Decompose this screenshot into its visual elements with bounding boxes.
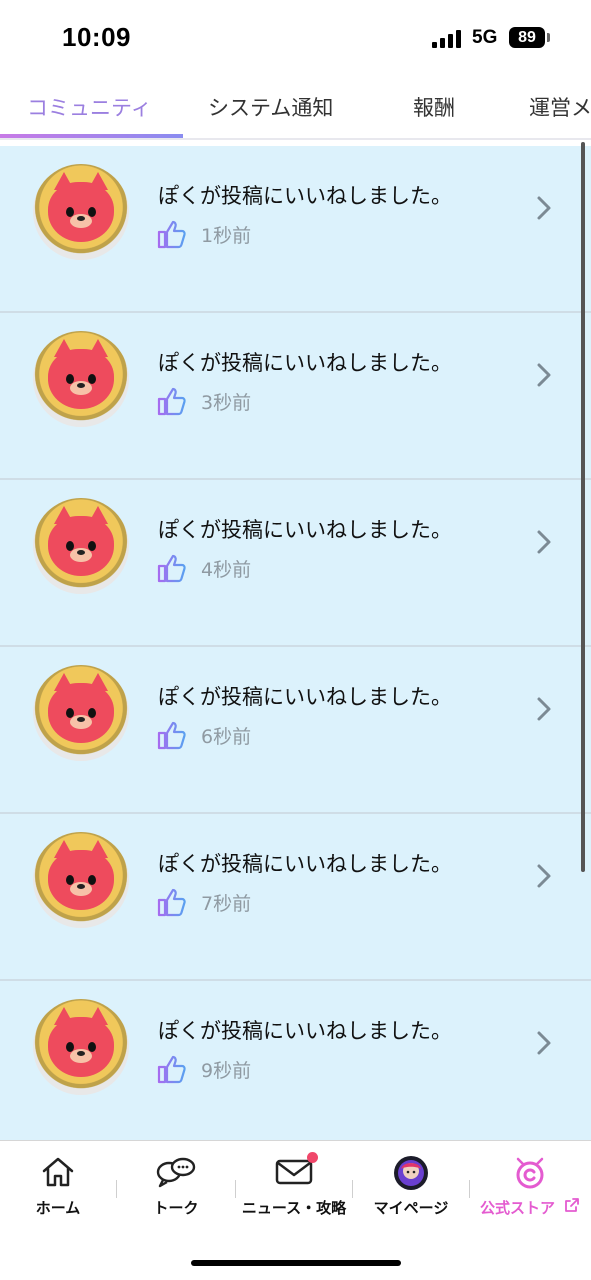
- notification-time: 1秒前: [201, 225, 252, 247]
- avatar[interactable]: [33, 498, 129, 594]
- notification-row[interactable]: ぽくが投稿にいいねしました。 4秒前: [0, 480, 591, 647]
- notification-row[interactable]: ぽくが投稿にいいねしました。 3秒前: [0, 313, 591, 480]
- nav-store-label: 公式ストア: [480, 1199, 556, 1217]
- tab-bar: コミュニティ システム通知 報酬 運営メ: [0, 78, 591, 140]
- notification-row[interactable]: ぽくが投稿にいいねしました。 1秒前: [0, 146, 591, 313]
- signal-icon: [432, 30, 464, 48]
- nav-home[interactable]: ホーム: [0, 1141, 116, 1235]
- chevron-right-icon: [537, 864, 551, 888]
- external-link-icon: [565, 1198, 579, 1212]
- status-bar: 10:09 5G 89: [0, 0, 591, 78]
- thumbs-up-icon: [157, 220, 186, 249]
- thumbs-up-icon: [157, 721, 186, 750]
- tab-operations[interactable]: 運営メ: [529, 92, 591, 122]
- notification-time: 3秒前: [201, 392, 252, 414]
- mascot-face: [48, 339, 114, 409]
- avatar[interactable]: [33, 832, 129, 928]
- avatar[interactable]: [33, 999, 129, 1095]
- notification-message: ぽくが投稿にいいねしました。: [158, 1019, 452, 1043]
- battery-icon: 89: [509, 27, 545, 48]
- nav-news-label: ニュース・攻略: [241, 1199, 347, 1217]
- tab-system-notice[interactable]: システム通知: [208, 92, 333, 122]
- store-icon: [516, 1157, 544, 1189]
- chevron-right-icon: [537, 196, 551, 220]
- avatar[interactable]: [33, 665, 129, 761]
- notification-message: ぽくが投稿にいいねしました。: [158, 184, 452, 208]
- notification-row[interactable]: ぽくが投稿にいいねしました。 9秒前: [0, 981, 591, 1140]
- thumbs-up-icon: [157, 554, 186, 583]
- mascot-face: [48, 172, 114, 242]
- chat-icon: [156, 1157, 196, 1188]
- bottom-nav: ホーム トーク ニュース・攻略 マイページ 公式ストア: [0, 1140, 591, 1235]
- avatar[interactable]: [33, 164, 129, 260]
- active-tab-indicator: [0, 134, 183, 138]
- thumbs-up-icon: [157, 1055, 186, 1084]
- mascot-face: [48, 840, 114, 910]
- scrollbar[interactable]: [581, 142, 585, 872]
- nav-talk[interactable]: トーク: [117, 1141, 235, 1235]
- battery-tip: [547, 33, 550, 42]
- thumbs-up-icon: [157, 888, 186, 917]
- notification-message: ぽくが投稿にいいねしました。: [158, 518, 452, 542]
- nav-official-store[interactable]: 公式ストア: [470, 1141, 591, 1235]
- chevron-right-icon: [537, 1031, 551, 1055]
- notification-time: 6秒前: [201, 726, 252, 748]
- thumbs-up-icon: [157, 387, 186, 416]
- status-time: 10:09: [62, 22, 131, 52]
- notification-message: ぽくが投稿にいいねしました。: [158, 685, 452, 709]
- mascot-face: [48, 506, 114, 576]
- nav-talk-label: トーク: [153, 1199, 199, 1217]
- chevron-right-icon: [537, 697, 551, 721]
- tab-community[interactable]: コミュニティ: [27, 92, 152, 122]
- notification-badge: [307, 1152, 318, 1163]
- avatar[interactable]: [33, 331, 129, 427]
- nav-news[interactable]: ニュース・攻略: [236, 1141, 352, 1235]
- notification-message: ぽくが投稿にいいねしました。: [158, 852, 452, 876]
- notification-time: 4秒前: [201, 559, 252, 581]
- mascot-face: [48, 1007, 114, 1077]
- notification-list: ぽくが投稿にいいねしました。 1秒前 ぽくが投稿にいいねしました。 3秒前 ぽく…: [0, 140, 591, 1140]
- home-indicator: [191, 1260, 401, 1266]
- network-label: 5G: [472, 27, 498, 48]
- tab-rewards[interactable]: 報酬: [413, 92, 455, 122]
- notification-message: ぽくが投稿にいいねしました。: [158, 351, 452, 375]
- avatar-icon: [394, 1156, 428, 1190]
- mascot-face: [48, 673, 114, 743]
- notification-row[interactable]: ぽくが投稿にいいねしました。 6秒前: [0, 647, 591, 814]
- nav-mypage-label: マイページ: [373, 1199, 449, 1217]
- nav-home-label: ホーム: [35, 1199, 81, 1217]
- notification-time: 7秒前: [201, 893, 252, 915]
- chevron-right-icon: [537, 363, 551, 387]
- chevron-right-icon: [537, 530, 551, 554]
- notification-row[interactable]: ぽくが投稿にいいねしました。 7秒前: [0, 814, 591, 981]
- nav-mypage[interactable]: マイページ: [353, 1141, 469, 1235]
- notification-time: 9秒前: [201, 1060, 252, 1082]
- home-icon: [42, 1157, 74, 1187]
